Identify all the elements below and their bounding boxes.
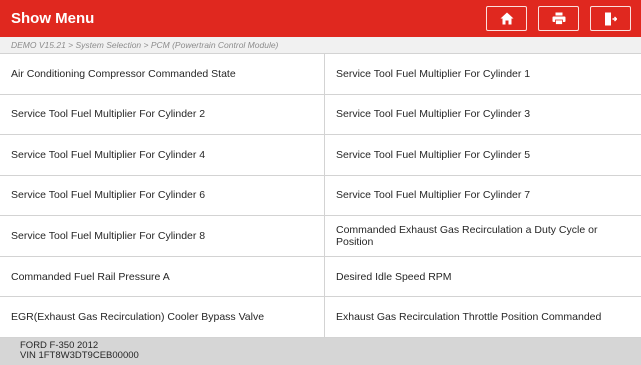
vehicle-vin: VIN 1FT8W3DT9CEB00000	[20, 350, 139, 361]
home-icon	[500, 12, 513, 25]
menu-item-fuel-multiplier-cyl-3[interactable]: Service Tool Fuel Multiplier For Cylinde…	[325, 94, 641, 136]
menu-item-fuel-multiplier-cyl-8[interactable]: Service Tool Fuel Multiplier For Cylinde…	[0, 216, 325, 257]
menu-item-fuel-multiplier-cyl-1[interactable]: Service Tool Fuel Multiplier For Cylinde…	[325, 54, 641, 95]
menu-grid: Air Conditioning Compressor Commanded St…	[0, 53, 641, 338]
menu-item-egr-duty-cycle[interactable]: Commanded Exhaust Gas Recirculation a Du…	[325, 216, 641, 257]
menu-item-egr-cooler-bypass[interactable]: EGR(Exhaust Gas Recirculation) Cooler By…	[0, 297, 325, 338]
menu-item-ac-compressor-state[interactable]: Air Conditioning Compressor Commanded St…	[0, 54, 325, 95]
menu-item-fuel-multiplier-cyl-5[interactable]: Service Tool Fuel Multiplier For Cylinde…	[325, 135, 641, 176]
print-button[interactable]	[538, 6, 579, 31]
breadcrumb: DEMO V15.21 > System Selection > PCM (Po…	[0, 37, 641, 53]
exit-button[interactable]	[590, 6, 631, 31]
menu-item-fuel-multiplier-cyl-4[interactable]: Service Tool Fuel Multiplier For Cylinde…	[0, 135, 325, 176]
menu-item-egr-throttle-position[interactable]: Exhaust Gas Recirculation Throttle Posit…	[325, 297, 641, 338]
page-title: Show Menu	[11, 10, 95, 27]
home-button[interactable]	[486, 6, 527, 31]
menu-item-idle-speed-rpm[interactable]: Desired Idle Speed RPM	[325, 256, 641, 298]
menu-item-fuel-multiplier-cyl-6[interactable]: Service Tool Fuel Multiplier For Cylinde…	[0, 175, 325, 217]
title-bar: Show Menu	[0, 0, 641, 37]
menu-item-fuel-multiplier-cyl-7[interactable]: Service Tool Fuel Multiplier For Cylinde…	[325, 175, 641, 217]
exit-icon	[605, 12, 617, 25]
menu-item-fuel-multiplier-cyl-2[interactable]: Service Tool Fuel Multiplier For Cylinde…	[0, 94, 325, 136]
vehicle-info: FORD F-350 2012 VIN 1FT8W3DT9CEB00000	[0, 338, 641, 365]
printer-icon	[552, 12, 565, 25]
menu-item-fuel-rail-pressure[interactable]: Commanded Fuel Rail Pressure A	[0, 256, 325, 298]
